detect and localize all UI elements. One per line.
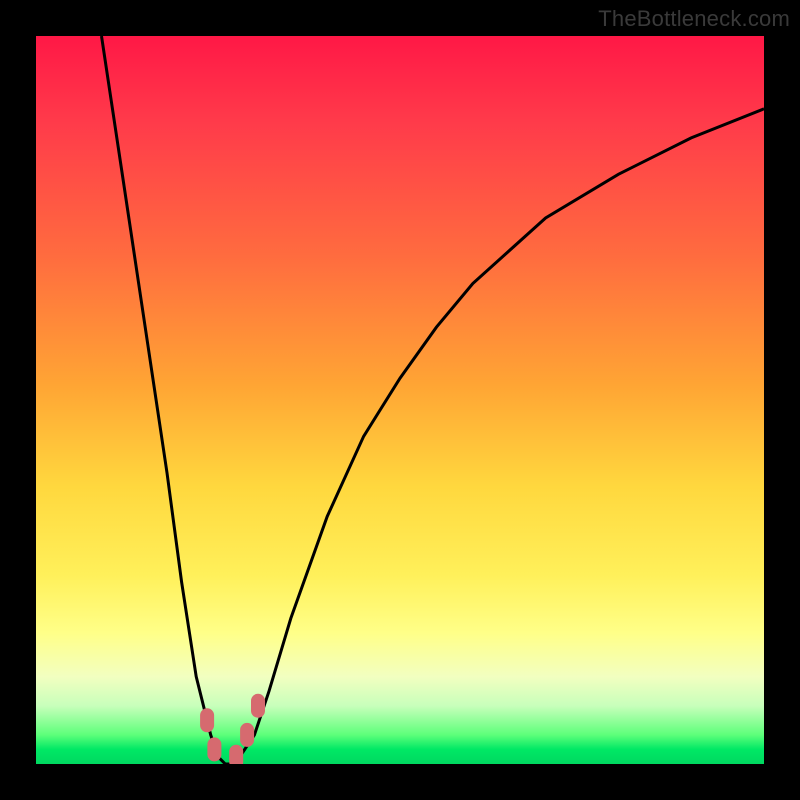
- marker-group: [200, 694, 265, 764]
- curve-marker: [240, 723, 254, 747]
- chart-container: TheBottleneck.com: [0, 0, 800, 800]
- plot-area: [36, 36, 764, 764]
- curve-marker: [251, 694, 265, 718]
- curve-marker: [229, 745, 243, 764]
- curve-layer: [36, 36, 764, 764]
- bottleneck-curve: [102, 36, 765, 764]
- curve-marker: [200, 708, 214, 732]
- watermark-text: TheBottleneck.com: [598, 6, 790, 32]
- curve-marker: [207, 737, 221, 761]
